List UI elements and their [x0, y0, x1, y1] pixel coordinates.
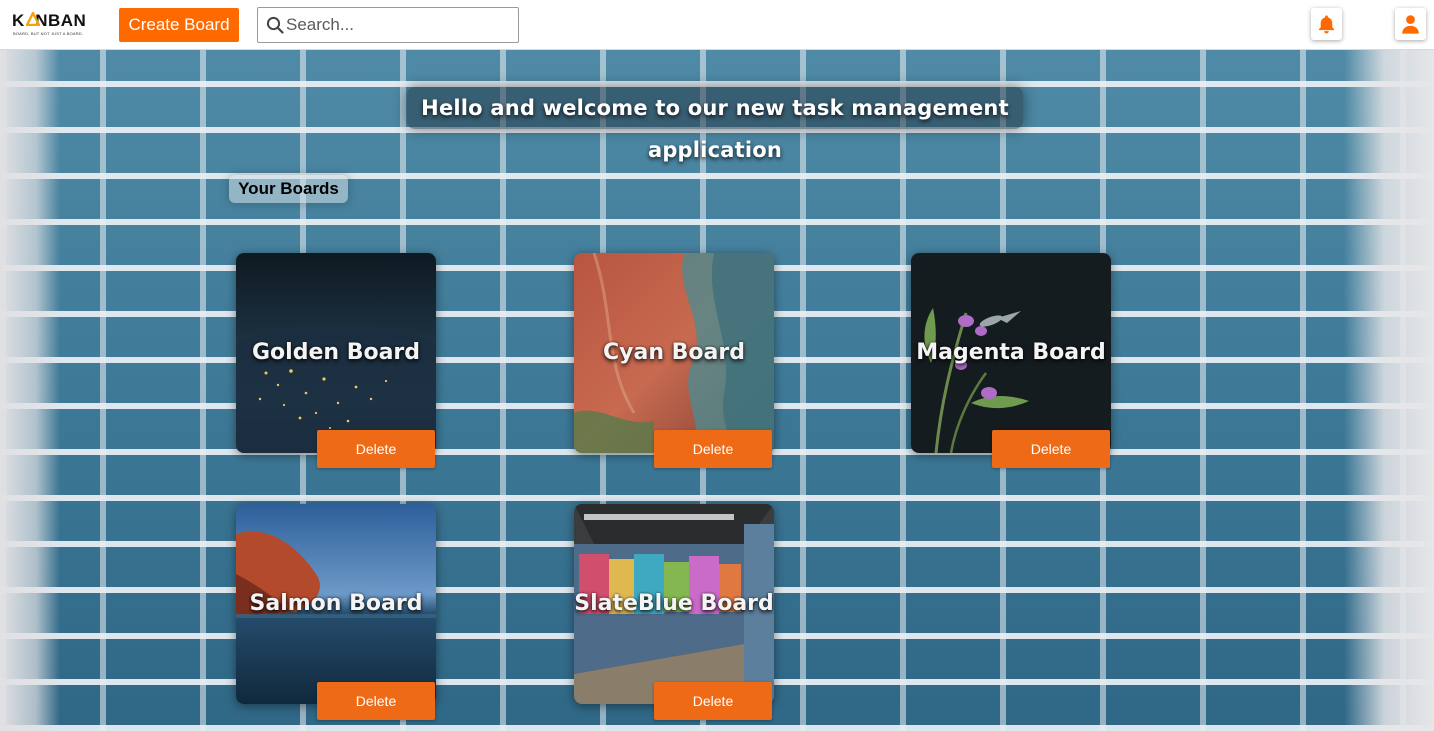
delete-board-button[interactable]: Delete: [654, 682, 772, 720]
search-box[interactable]: [257, 7, 519, 43]
board-title: Cyan Board: [603, 340, 745, 365]
search-input[interactable]: [286, 8, 514, 42]
logo-tagline: BOARD, BUT NOT JUST A BOARD.: [13, 31, 84, 36]
board-title: Magenta Board: [916, 340, 1106, 365]
kanban-logo[interactable]: K NBAN BOARD, BUT NOT JUST A BOARD.: [12, 11, 88, 39]
top-navbar: K NBAN BOARD, BUT NOT JUST A BOARD. Crea…: [0, 0, 1434, 50]
board-card-magenta[interactable]: Magenta Board: [911, 253, 1111, 453]
user-icon: [1402, 15, 1419, 34]
delete-board-button[interactable]: Delete: [317, 430, 435, 468]
profile-button[interactable]: [1395, 8, 1426, 40]
create-board-button[interactable]: Create Board: [119, 8, 239, 42]
logo-wordmark: K NBAN: [12, 11, 87, 30]
notifications-button[interactable]: [1311, 8, 1342, 40]
your-boards-heading: Your Boards: [229, 175, 348, 203]
delete-board-button[interactable]: Delete: [654, 430, 772, 468]
search-icon: [266, 16, 284, 34]
board-title: Salmon Board: [249, 591, 423, 616]
board-card-cyan[interactable]: Cyan Board: [574, 253, 774, 453]
board-title: Golden Board: [251, 340, 421, 365]
board-title: SlateBlue Board: [574, 591, 774, 616]
delete-board-button[interactable]: Delete: [992, 430, 1110, 468]
board-card-slateblue[interactable]: SlateBlue Board: [574, 504, 774, 704]
welcome-banner: Hello and welcome to our new task manage…: [407, 87, 1023, 162]
delete-board-button[interactable]: Delete: [317, 682, 435, 720]
logo-triangle-icon: [26, 12, 40, 26]
bell-icon: [1318, 15, 1335, 34]
board-card-salmon[interactable]: Salmon Board: [236, 504, 436, 704]
board-card-golden[interactable]: Golden Board: [236, 253, 436, 453]
